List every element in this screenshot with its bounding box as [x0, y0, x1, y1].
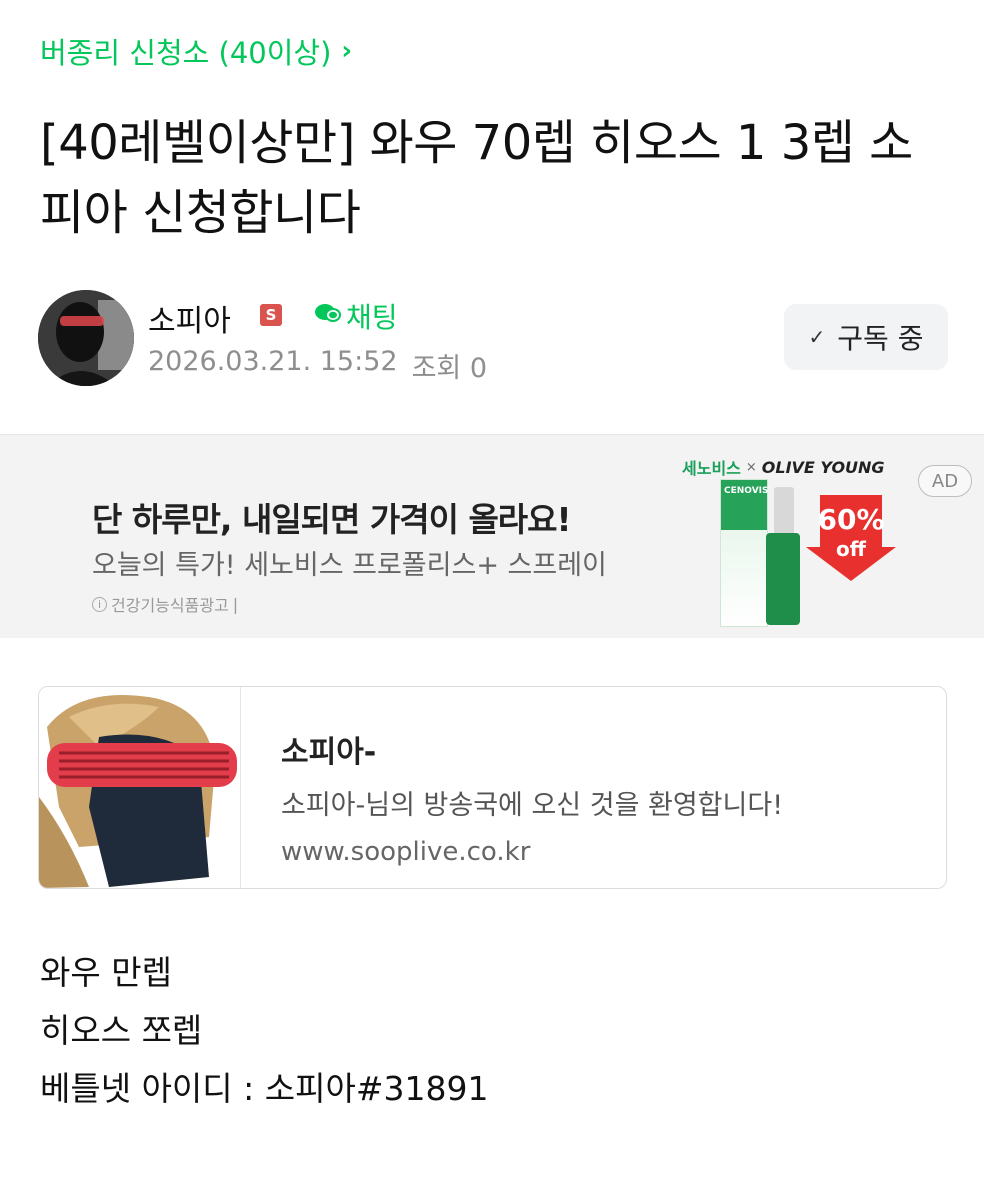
- post-date: 2026.03.21. 15:52: [148, 346, 398, 377]
- author-name[interactable]: 소피아: [148, 296, 231, 340]
- post-meta: 2026.03.21. 15:52 조회 0: [148, 346, 487, 385]
- post-title: [40레벨이상만] 와우 70렙 히오스 1 3렙 소피아 신청합니다: [40, 115, 913, 241]
- view-count: 조회 0: [411, 353, 488, 384]
- card-url[interactable]: www.sooplive.co.kr: [281, 837, 530, 867]
- body-line: 와우 만렙: [40, 953, 172, 992]
- chat-button[interactable]: 채팅: [314, 296, 398, 336]
- discount-percent: 60%: [817, 503, 885, 536]
- product-image: CENOVIS: [720, 479, 820, 629]
- ad-brand-primary: 세노비스: [682, 459, 741, 478]
- link-preview-card[interactable]: 소피아- 소피아-님의 방송국에 오신 것을 환영합니다! www.soopli…: [38, 686, 947, 889]
- spray-bottle: [766, 533, 800, 625]
- ad-subtext: 오늘의 특가! 세노비스 프로폴리스+ 스프레이: [92, 550, 607, 581]
- product-label: CENOVIS: [724, 486, 769, 496]
- body-line: 베틀넷 아이디 : 소피아#31891: [40, 1069, 489, 1108]
- avatar[interactable]: [38, 290, 134, 386]
- spray-cap: [774, 487, 794, 535]
- card-description: 소피아-님의 방송국에 오신 것을 환영합니다!: [281, 790, 784, 821]
- discount-arrow-icon: 60% off: [806, 495, 896, 581]
- checkmark-icon: ✓: [808, 325, 826, 349]
- subscribe-label: 구독 중: [837, 322, 924, 355]
- product-box: CENOVIS: [720, 479, 769, 627]
- card-title: 소피아-: [281, 735, 377, 770]
- ad-note-divider: |: [232, 594, 239, 614]
- ad-brand-secondary: OLIVE YOUNG: [761, 457, 885, 477]
- subscribe-button[interactable]: ✓ 구독 중: [784, 304, 948, 370]
- ad-tag[interactable]: AD: [918, 465, 972, 497]
- board-name: 버종리 신청소 (40이상): [40, 36, 332, 70]
- author-row: 소피아 S 채팅 2026.03.21. 15:52 조회 0 ✓ 구독 중: [38, 290, 948, 390]
- ad-banner[interactable]: 단 하루만, 내일되면 가격이 올라요! 오늘의 특가! 세노비스 프로폴리스+…: [0, 434, 984, 638]
- chevron-right-icon: ›: [341, 36, 353, 66]
- staff-badge: S: [260, 304, 282, 326]
- ad-note-text: 건강기능식품광고: [111, 596, 229, 615]
- discount-off: off: [836, 537, 866, 561]
- ad-brand-separator: ×: [745, 459, 757, 475]
- info-icon: i: [92, 596, 107, 612]
- post-body: 와우 만렙 히오스 쪼렙 베틀넷 아이디 : 소피아#31891: [40, 944, 488, 1118]
- chat-label: 채팅: [346, 301, 398, 334]
- card-thumbnail: [39, 687, 241, 888]
- board-link[interactable]: 버종리 신청소 (40이상) ›: [40, 30, 352, 72]
- ad-note: i 건강기능식품광고 |: [92, 592, 238, 616]
- body-line: 히오스 쪼렙: [40, 1011, 203, 1050]
- ad-brand-line: 세노비스 × OLIVE YOUNG: [682, 455, 885, 479]
- chat-bubble-icon: [314, 300, 342, 333]
- ad-headline: 단 하루만, 내일되면 가격이 올라요!: [92, 500, 572, 539]
